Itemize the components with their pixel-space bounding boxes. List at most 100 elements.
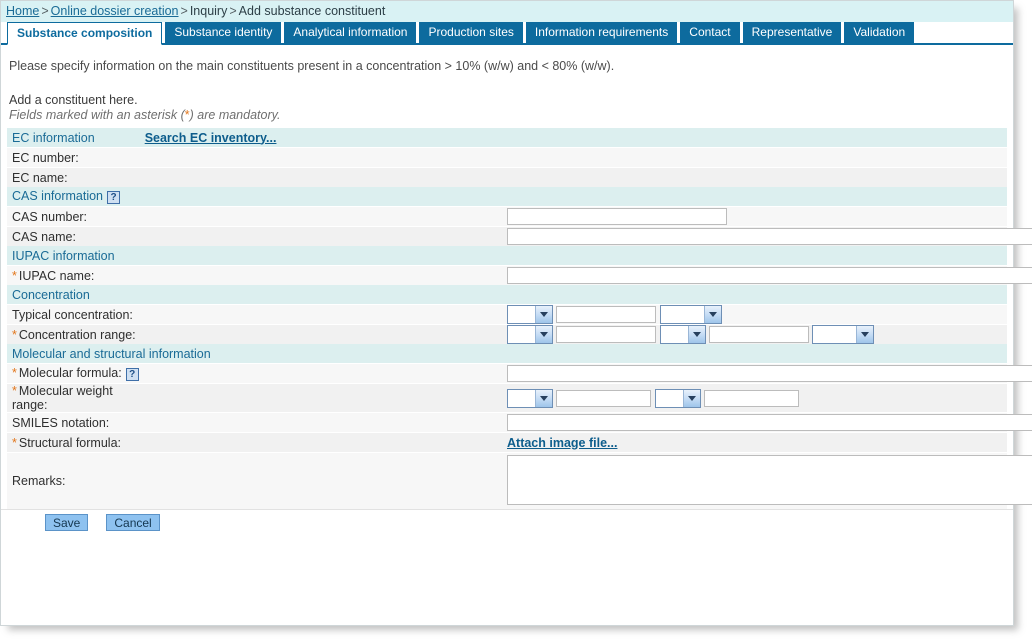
breadcrumb: Home > Online dossier creation > Inquiry > Add… [1, 1, 1013, 22]
search-ec-inventory-link[interactable]: Search EC inventory... [95, 131, 277, 145]
chevron-down-icon [535, 326, 552, 343]
required-marker: * [12, 327, 17, 342]
breadcrumb-item-add-substance-constituent: Add substance constituent [238, 4, 386, 18]
tab-contact[interactable]: Contact [680, 22, 740, 43]
remarks-textarea-wrapper [507, 454, 1032, 505]
field-remarks [507, 452, 1032, 509]
label-structural-formula: * Structural formula: [7, 432, 507, 453]
row-molecular-weight-range: * Molecular weight range: [7, 383, 1007, 413]
label-molecular-formula: * Molecular formula:? [7, 363, 507, 384]
concentration-range-operator2-select[interactable] [659, 325, 706, 344]
required-marker: * [12, 435, 17, 450]
section-title-iupac: IUPAC information [12, 248, 115, 263]
required-marker: * [12, 366, 17, 381]
breadcrumb-item-online-dossier-creation[interactable]: Online dossier creation [51, 4, 179, 18]
row-structural-formula: * Structural formula: Attach image file..… [7, 432, 1007, 453]
typical-concentration-unit-select[interactable] [659, 305, 722, 324]
tab-information-requirements[interactable]: Information requirements [525, 22, 678, 43]
molecular-weight-value2-input[interactable] [704, 389, 800, 407]
page-container: Home > Online dossier creation > Inquiry > Add… [0, 0, 1032, 626]
label-remarks: Remarks: [7, 452, 507, 509]
help-icon[interactable]: ? [107, 190, 121, 204]
smiles-notation-input[interactable] [507, 414, 1032, 431]
field-concentration-range [507, 324, 1007, 344]
section-header-concentration: Concentration [7, 285, 1007, 305]
label-text-iupac-name: IUPAC name: [18, 268, 95, 283]
concentration-range-operator1-select[interactable] [507, 325, 553, 344]
molecular-weight-operator2-select[interactable] [654, 388, 701, 408]
save-button[interactable]: Save [45, 514, 89, 531]
label-typical-concentration: Typical concentration: [7, 304, 507, 325]
chevron-down-icon [687, 326, 705, 343]
concentration-range-unit-select[interactable] [812, 325, 875, 344]
remarks-textarea[interactable] [508, 455, 1032, 504]
constituent-form: EC information Search EC inventory... EC … [7, 128, 1032, 509]
section-header-molecular-information: Molecular and structural information [7, 344, 1007, 364]
breadcrumb-item-home[interactable]: Home [6, 4, 39, 18]
label-cas-name: CAS name: [7, 226, 507, 246]
label-text-structural-formula: Structural formula: [18, 435, 121, 450]
section-header-cas-information: CAS information? [7, 187, 1007, 207]
add-constituent-text: Add a constituent here. [9, 93, 138, 107]
label-text-concentration-range: Concentration range: [18, 327, 136, 342]
concentration-range-value2-input[interactable] [709, 326, 810, 343]
tab-representative[interactable]: Representative [742, 22, 842, 43]
mandatory-fields-note: Fields marked with an asterisk (*) are m… [7, 107, 1007, 128]
row-iupac-name: * IUPAC name: [7, 265, 1032, 285]
label-ec-name: EC name: [7, 167, 507, 187]
row-typical-concentration: Typical concentration: [7, 304, 1007, 325]
section-header-ec-information: EC information Search EC inventory... [7, 128, 1007, 148]
field-cas-number [507, 206, 1007, 227]
value-ec-number [507, 147, 1007, 168]
molecular-weight-value1-input[interactable] [556, 389, 652, 407]
chevron-down-icon [856, 326, 874, 343]
field-iupac-name [507, 265, 1032, 285]
label-smiles-notation: SMILES notation: [7, 412, 507, 433]
breadcrumb-separator: > [180, 4, 188, 18]
label-text-molecular-weight-line1: Molecular weight [18, 384, 113, 398]
mandatory-note-post: ) are mandatory. [189, 108, 281, 122]
concentration-range-value1-input[interactable] [556, 326, 657, 343]
chevron-down-icon [682, 389, 700, 407]
field-structural-formula: Attach image file... [507, 432, 1007, 453]
tab-substance-composition[interactable]: Substance composition [7, 22, 163, 45]
label-cas-number: CAS number: [7, 206, 507, 227]
chevron-down-icon [535, 389, 552, 407]
value-ec-name [507, 167, 1007, 187]
tab-validation[interactable]: Validation [844, 22, 915, 43]
iupac-name-input[interactable] [507, 267, 1032, 284]
attach-image-file-link[interactable]: Attach image file... [507, 436, 617, 450]
label-iupac-name: * IUPAC name: [7, 265, 507, 285]
typical-concentration-operator-select[interactable] [507, 305, 553, 324]
label-text-molecular-weight-line2: range: [12, 398, 48, 412]
main-content: Please specify information on the main c… [1, 45, 1032, 509]
cas-number-input[interactable] [507, 208, 727, 225]
label-ec-number: EC number: [7, 147, 507, 168]
section-header-iupac-information: IUPAC information [7, 246, 1007, 266]
chevron-down-icon [703, 306, 721, 323]
field-molecular-formula [507, 363, 1032, 384]
molecular-weight-operator1-select[interactable] [507, 388, 553, 408]
mandatory-note-pre: Fields marked with an asterisk ( [9, 108, 185, 122]
tab-bar: Substance composition Substance identity A… [1, 22, 1013, 45]
tab-analytical-information[interactable]: Analytical information [284, 22, 417, 43]
row-ec-number: EC number: [7, 147, 1007, 168]
label-concentration-range: * Concentration range: [7, 324, 507, 344]
typical-concentration-value-input[interactable] [556, 306, 657, 323]
tab-substance-identity[interactable]: Substance identity [165, 22, 282, 43]
field-cas-name [507, 226, 1032, 246]
field-smiles-notation [507, 412, 1032, 433]
row-cas-name: CAS name: [7, 226, 1032, 246]
field-typical-concentration [507, 304, 1007, 325]
field-molecular-weight-range [507, 383, 1007, 413]
cas-name-input[interactable] [507, 228, 1032, 245]
row-ec-name: EC name: [7, 167, 1007, 187]
help-icon[interactable]: ? [125, 367, 139, 381]
molecular-formula-input[interactable] [507, 365, 1032, 382]
section-title-concentration: Concentration [12, 287, 90, 302]
row-remarks: Remarks: [7, 452, 1032, 509]
cancel-button[interactable]: Cancel [106, 514, 160, 531]
section-title-molecular: Molecular and structural information [12, 346, 211, 361]
row-molecular-formula: * Molecular formula:? [7, 363, 1032, 384]
tab-production-sites[interactable]: Production sites [419, 22, 523, 43]
